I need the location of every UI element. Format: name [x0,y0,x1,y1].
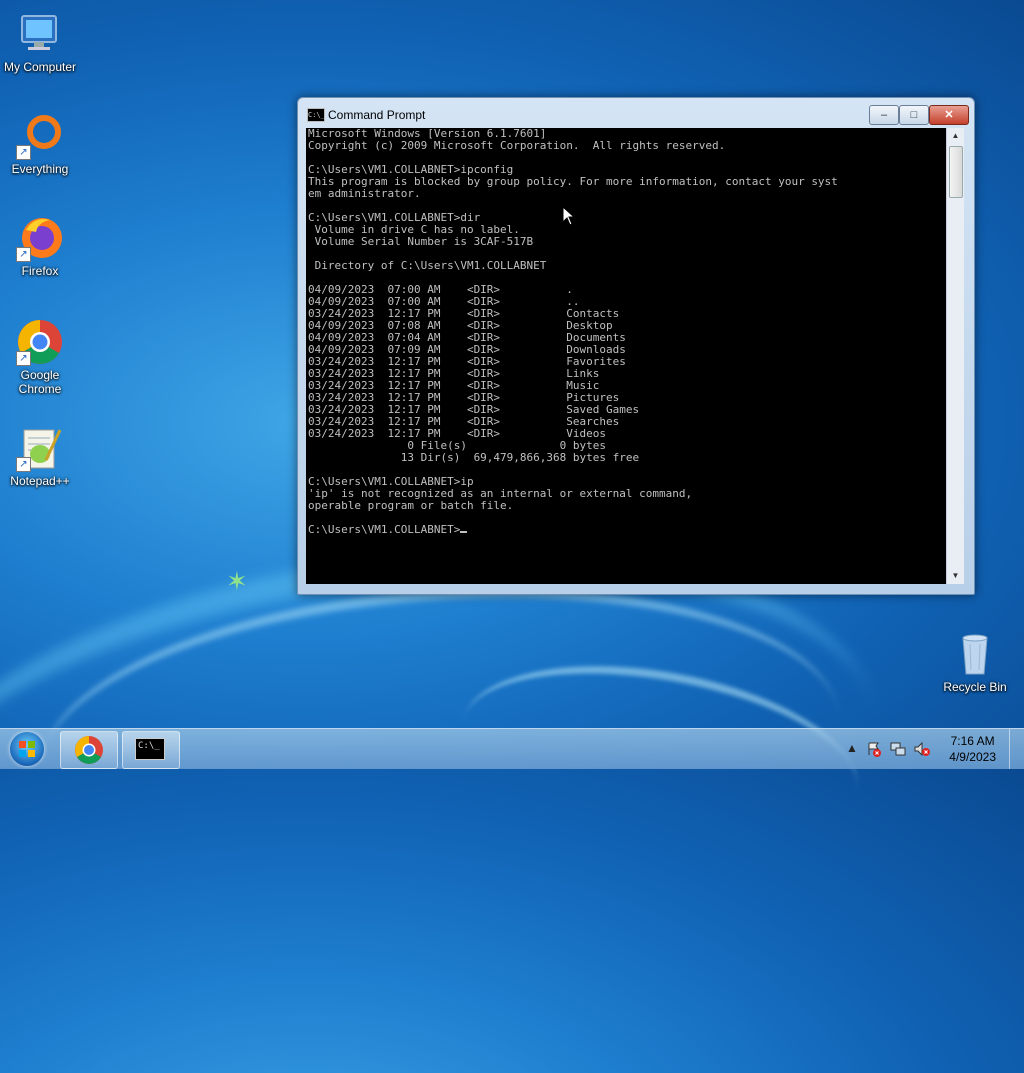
shortcut-arrow-icon: ↗ [16,457,31,472]
desktop-icon-label: Everything [11,162,69,176]
taskbar-item-chrome[interactable] [60,731,118,769]
wallpaper-leaf: ✶ [226,566,248,596]
maximize-button[interactable]: □ [899,105,929,125]
desktop-icon-label: Google Chrome [18,368,62,396]
desktop-icon-everything[interactable]: ↗ Everything [0,112,80,176]
shortcut-arrow-icon: ↗ [16,247,31,262]
desktop-icon-firefox[interactable]: ↗ Firefox [0,214,80,278]
minimize-button[interactable]: – [869,105,899,125]
windows-logo-icon [10,732,44,766]
show-desktop-button[interactable] [1009,729,1024,769]
chrome-icon: ↗ [16,318,64,366]
desktop-icon-google-chrome[interactable]: ↗ Google Chrome [0,318,80,396]
action-center-icon[interactable] [866,741,882,760]
recycle-bin-icon [951,630,999,678]
window-title: Command Prompt [328,108,426,122]
console-text: Microsoft Windows [Version 6.1.7601] Cop… [308,128,838,536]
vertical-scrollbar[interactable]: ▲ ▼ [946,128,964,584]
firefox-icon: ↗ [16,214,64,262]
desktop-icon-notepad-plus-plus[interactable]: ↗ Notepad++ [0,424,80,488]
clock-time: 7:16 AM [950,734,995,748]
scrollbar-thumb[interactable] [949,146,963,198]
taskbar-clock[interactable]: 7:16 AM 4/9/2023 [949,733,996,765]
network-icon[interactable] [890,741,906,760]
window-titlebar[interactable]: C:\_ Command Prompt – □ ✕ [298,98,974,128]
desktop-icon-label: Recycle Bin [943,680,1007,694]
taskbar-item-command-prompt[interactable]: C:\_ [122,731,180,769]
console-prompt: C:\Users\VM1.COLLABNET> [308,523,461,536]
command-prompt-window[interactable]: C:\_ Command Prompt – □ ✕ Microsoft Wind… [297,97,975,595]
system-tray: ▲ 7:16 AM 4/9/2023 [834,729,1024,769]
computer-icon [16,10,64,58]
start-button[interactable] [4,730,52,768]
command-prompt-icon: C:\_ [135,738,165,760]
notepad-plus-plus-icon: ↗ [16,424,64,472]
console-output[interactable]: Microsoft Windows [Version 6.1.7601] Cop… [306,128,946,584]
scroll-down-arrow-icon[interactable]: ▼ [947,568,964,584]
clock-date: 4/9/2023 [949,750,996,764]
desktop-icon-label: My Computer [3,60,77,74]
desktop-icon-label: Notepad++ [10,474,70,488]
shortcut-arrow-icon: ↗ [16,145,31,160]
taskbar: C:\_ ▲ 7:16 AM 4/9/2023 [0,728,1024,769]
text-cursor [460,531,468,533]
close-button[interactable]: ✕ [929,105,969,125]
scroll-up-arrow-icon[interactable]: ▲ [947,128,964,144]
chrome-icon [75,736,103,764]
desktop-icon-label: Firefox [21,264,59,278]
desktop-icon-my-computer[interactable]: My Computer [0,10,80,74]
mouse-pointer-icon [562,206,576,226]
command-prompt-icon: C:\_ [307,108,325,122]
everything-icon: ↗ [16,112,64,160]
volume-muted-icon[interactable] [914,741,930,760]
desktop-icon-recycle-bin[interactable]: Recycle Bin [935,630,1015,694]
show-hidden-icons-button[interactable]: ▲ [846,741,858,755]
shortcut-arrow-icon: ↗ [16,351,31,366]
